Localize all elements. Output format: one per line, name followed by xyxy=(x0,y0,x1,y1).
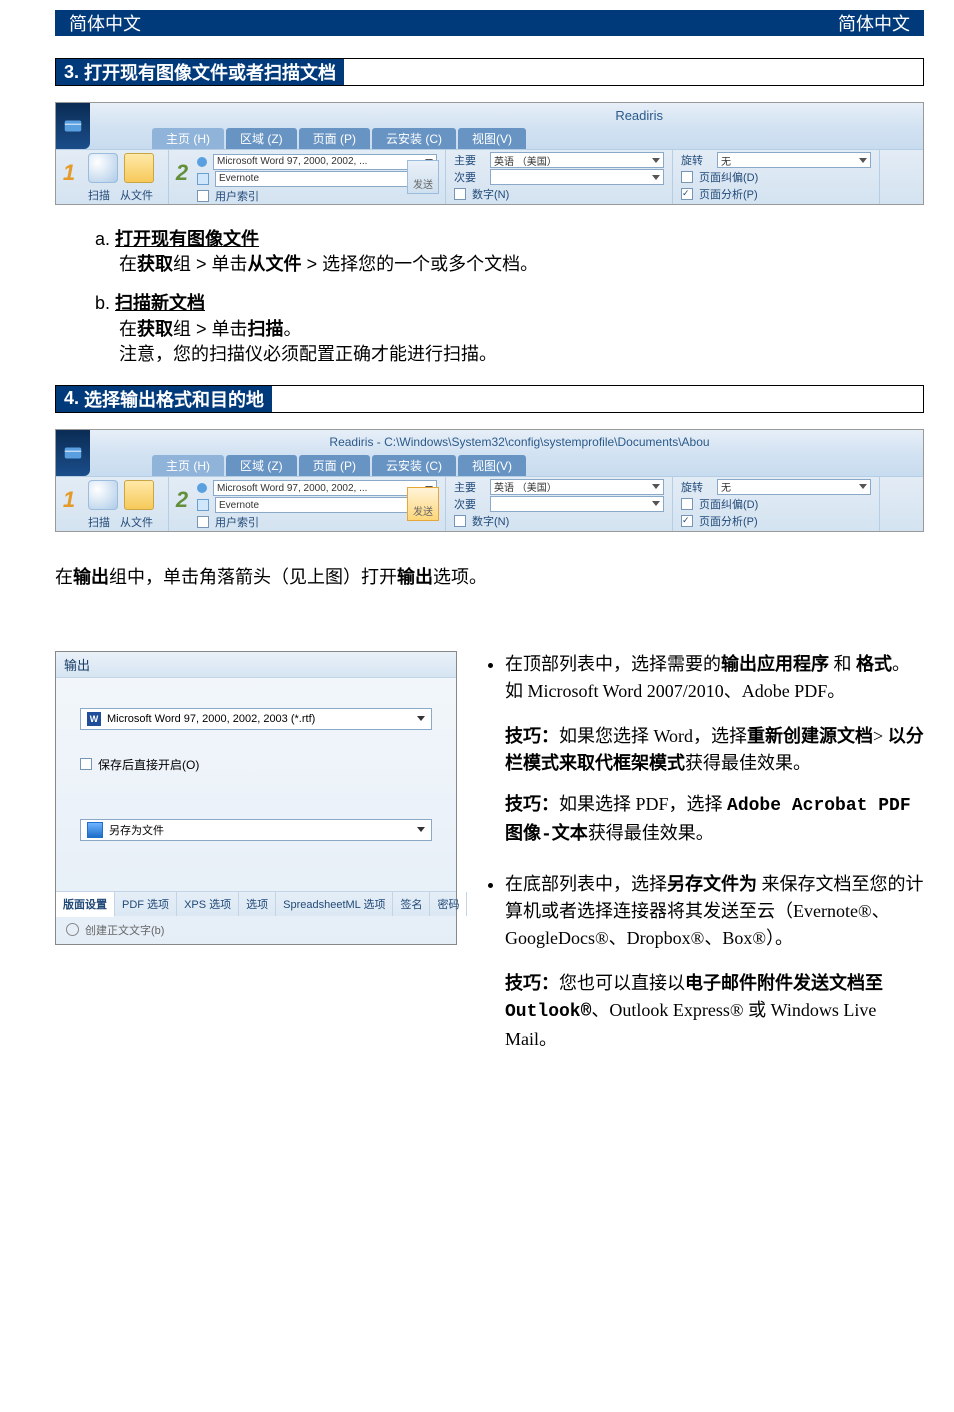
lang-left: 简体中文 xyxy=(69,10,141,36)
secondary-lang-dropdown[interactable] xyxy=(490,169,664,185)
secondary-lang-label: 次要 xyxy=(454,169,484,185)
step-badge-1: 1 xyxy=(58,154,80,192)
send-button-hot[interactable]: 发送 xyxy=(407,487,439,521)
word-icon: W xyxy=(87,712,101,726)
dialog-title: 输出 xyxy=(56,652,456,678)
tab-page-2[interactable]: 页面 (P) xyxy=(299,455,370,476)
window-title-2: Readiris - C:\Windows\System32\config\sy… xyxy=(56,430,923,454)
output-group: 2 Microsoft Word 97, 2000, 2002, ... 发送 … xyxy=(169,150,446,204)
step-badge-2b: 2 xyxy=(171,481,193,519)
ribbon-screenshot-2: Readiris - C:\Windows\System32\config\sy… xyxy=(55,429,924,532)
primary-lang-label: 主要 xyxy=(454,152,484,168)
ribbon-tabs: 主页 (H) 区域 (Z) 页面 (P) 云安装 (C) 视图(V) xyxy=(56,127,923,149)
destination-dropdown-2[interactable]: Evernote xyxy=(215,497,437,513)
analyze-checkbox[interactable] xyxy=(681,188,693,200)
window-title: Readiris xyxy=(56,103,923,127)
dlg-tab-xps[interactable]: XPS 选项 xyxy=(177,892,239,916)
user-index-checkbox[interactable] xyxy=(197,190,209,202)
folder-icon-2[interactable] xyxy=(124,480,154,510)
bullet-icon xyxy=(197,483,207,493)
language-group: 主要 英语 （美国） 次要 数字(N) xyxy=(446,150,673,204)
dialog-tabs: 版面设置 PDF 选项 XPS 选项 选项 SpreadsheetML 选项 签… xyxy=(56,891,456,916)
bullet-icon xyxy=(197,157,207,167)
step-badge-1b: 1 xyxy=(58,481,80,519)
tab-home[interactable]: 主页 (H) xyxy=(152,128,224,149)
step-badge-2: 2 xyxy=(171,154,193,192)
tab-view[interactable]: 视图(V) xyxy=(458,128,526,149)
dlg-tab-pdf[interactable]: PDF 选项 xyxy=(115,892,177,916)
tab-cloud[interactable]: 云安装 (C) xyxy=(372,128,456,149)
scan-button-label[interactable]: 扫描 xyxy=(88,187,110,203)
send-button[interactable]: 发送 xyxy=(407,160,439,194)
app-menu-icon[interactable] xyxy=(56,103,90,149)
open-after-checkbox[interactable] xyxy=(80,758,92,770)
format-dropdown-2[interactable]: Microsoft Word 97, 2000, 2002, ... xyxy=(213,480,437,496)
step-3a: a. 打开现有图像文件 在获取组 > 单击从文件 > 选择您的一个或多个文档。 xyxy=(55,227,924,277)
section-4-header: 4. 选择输出格式和目的地 xyxy=(55,385,924,413)
scanner-icon-2[interactable] xyxy=(88,480,118,510)
digits-checkbox[interactable] xyxy=(454,188,466,200)
lang-right: 简体中文 xyxy=(838,10,910,36)
bullet-top-list: 在顶部列表中，选择需要的输出应用程序 和 格式。如 Microsoft Word… xyxy=(505,651,924,849)
cloud-icon xyxy=(197,173,209,185)
rotate-dropdown[interactable]: 无 xyxy=(717,152,871,168)
right-instructions: 在顶部列表中，选择需要的输出应用程序 和 格式。如 Microsoft Word… xyxy=(483,651,924,1075)
tab-view-2[interactable]: 视图(V) xyxy=(458,455,526,476)
digits-label: 数字(N) xyxy=(472,186,509,202)
folder-icon[interactable] xyxy=(124,153,154,183)
output-dialog: 输出 W Microsoft Word 97, 2000, 2002, 2003… xyxy=(55,651,457,945)
rotation-group: 旋转 无 页面纠偏(D) 页面分析(P) xyxy=(673,150,880,204)
dlg-tab-opts[interactable]: 选项 xyxy=(239,892,276,916)
format-select[interactable]: W Microsoft Word 97, 2000, 2002, 2003 (*… xyxy=(80,708,432,730)
section-3-header: 3. 打开现有图像文件或者扫描文档 xyxy=(55,58,924,86)
tab-home-2[interactable]: 主页 (H) xyxy=(152,455,224,476)
dlg-tab-layout[interactable]: 版面设置 xyxy=(56,892,115,917)
create-body-radio[interactable] xyxy=(66,923,79,936)
tab-cloud-2[interactable]: 云安装 (C) xyxy=(372,455,456,476)
scanner-icon[interactable] xyxy=(88,153,118,183)
tab-page[interactable]: 页面 (P) xyxy=(299,128,370,149)
deskew-checkbox[interactable] xyxy=(681,171,693,183)
disk-icon xyxy=(87,822,103,838)
from-file-button-label[interactable]: 从文件 xyxy=(120,187,153,203)
destination-dropdown[interactable]: Evernote xyxy=(215,171,437,187)
tab-zone[interactable]: 区域 (Z) xyxy=(226,128,297,149)
save-as-select[interactable]: 另存为文件 xyxy=(80,819,432,841)
section-3-number: 3. 打开现有图像文件或者扫描文档 xyxy=(56,59,344,85)
analyze-label: 页面分析(P) xyxy=(699,186,758,202)
tab-zone-2[interactable]: 区域 (Z) xyxy=(226,455,297,476)
cloud-icon xyxy=(197,499,209,511)
dlg-tab-sign[interactable]: 签名 xyxy=(393,892,430,916)
primary-lang-dropdown[interactable]: 英语 （美国） xyxy=(490,152,664,168)
dlg-tab-pwd[interactable]: 密码 xyxy=(430,892,467,916)
scan-group: 1 扫描 从文件 xyxy=(56,150,169,204)
output-paragraph: 在输出组中，单击角落箭头（见上图）打开输出选项。 xyxy=(55,564,924,591)
rotate-label: 旋转 xyxy=(681,152,711,168)
deskew-label: 页面纠偏(D) xyxy=(699,169,758,185)
page-header: 简体中文 简体中文 xyxy=(55,10,924,36)
dlg-tab-sml[interactable]: SpreadsheetML 选项 xyxy=(276,892,393,916)
create-body-label: 创建正文文字(b) xyxy=(85,922,164,938)
step-3b: b. 扫描新文档 在获取组 > 单击扫描。 注意，您的扫描仪必须配置正确才能进行… xyxy=(55,291,924,367)
user-index-label: 用户索引 xyxy=(215,188,259,204)
open-after-label: 保存后直接开启(O) xyxy=(98,756,199,773)
bullet-bottom-list: 在底部列表中，选择另存文件为 来保存文档至您的计算机或者选择连接器将其发送至云（… xyxy=(505,871,924,1053)
ribbon-screenshot-1: Readiris 主页 (H) 区域 (Z) 页面 (P) 云安装 (C) 视图… xyxy=(55,102,924,205)
app-menu-icon-2[interactable] xyxy=(56,430,90,476)
format-dropdown[interactable]: Microsoft Word 97, 2000, 2002, ... xyxy=(213,154,437,170)
